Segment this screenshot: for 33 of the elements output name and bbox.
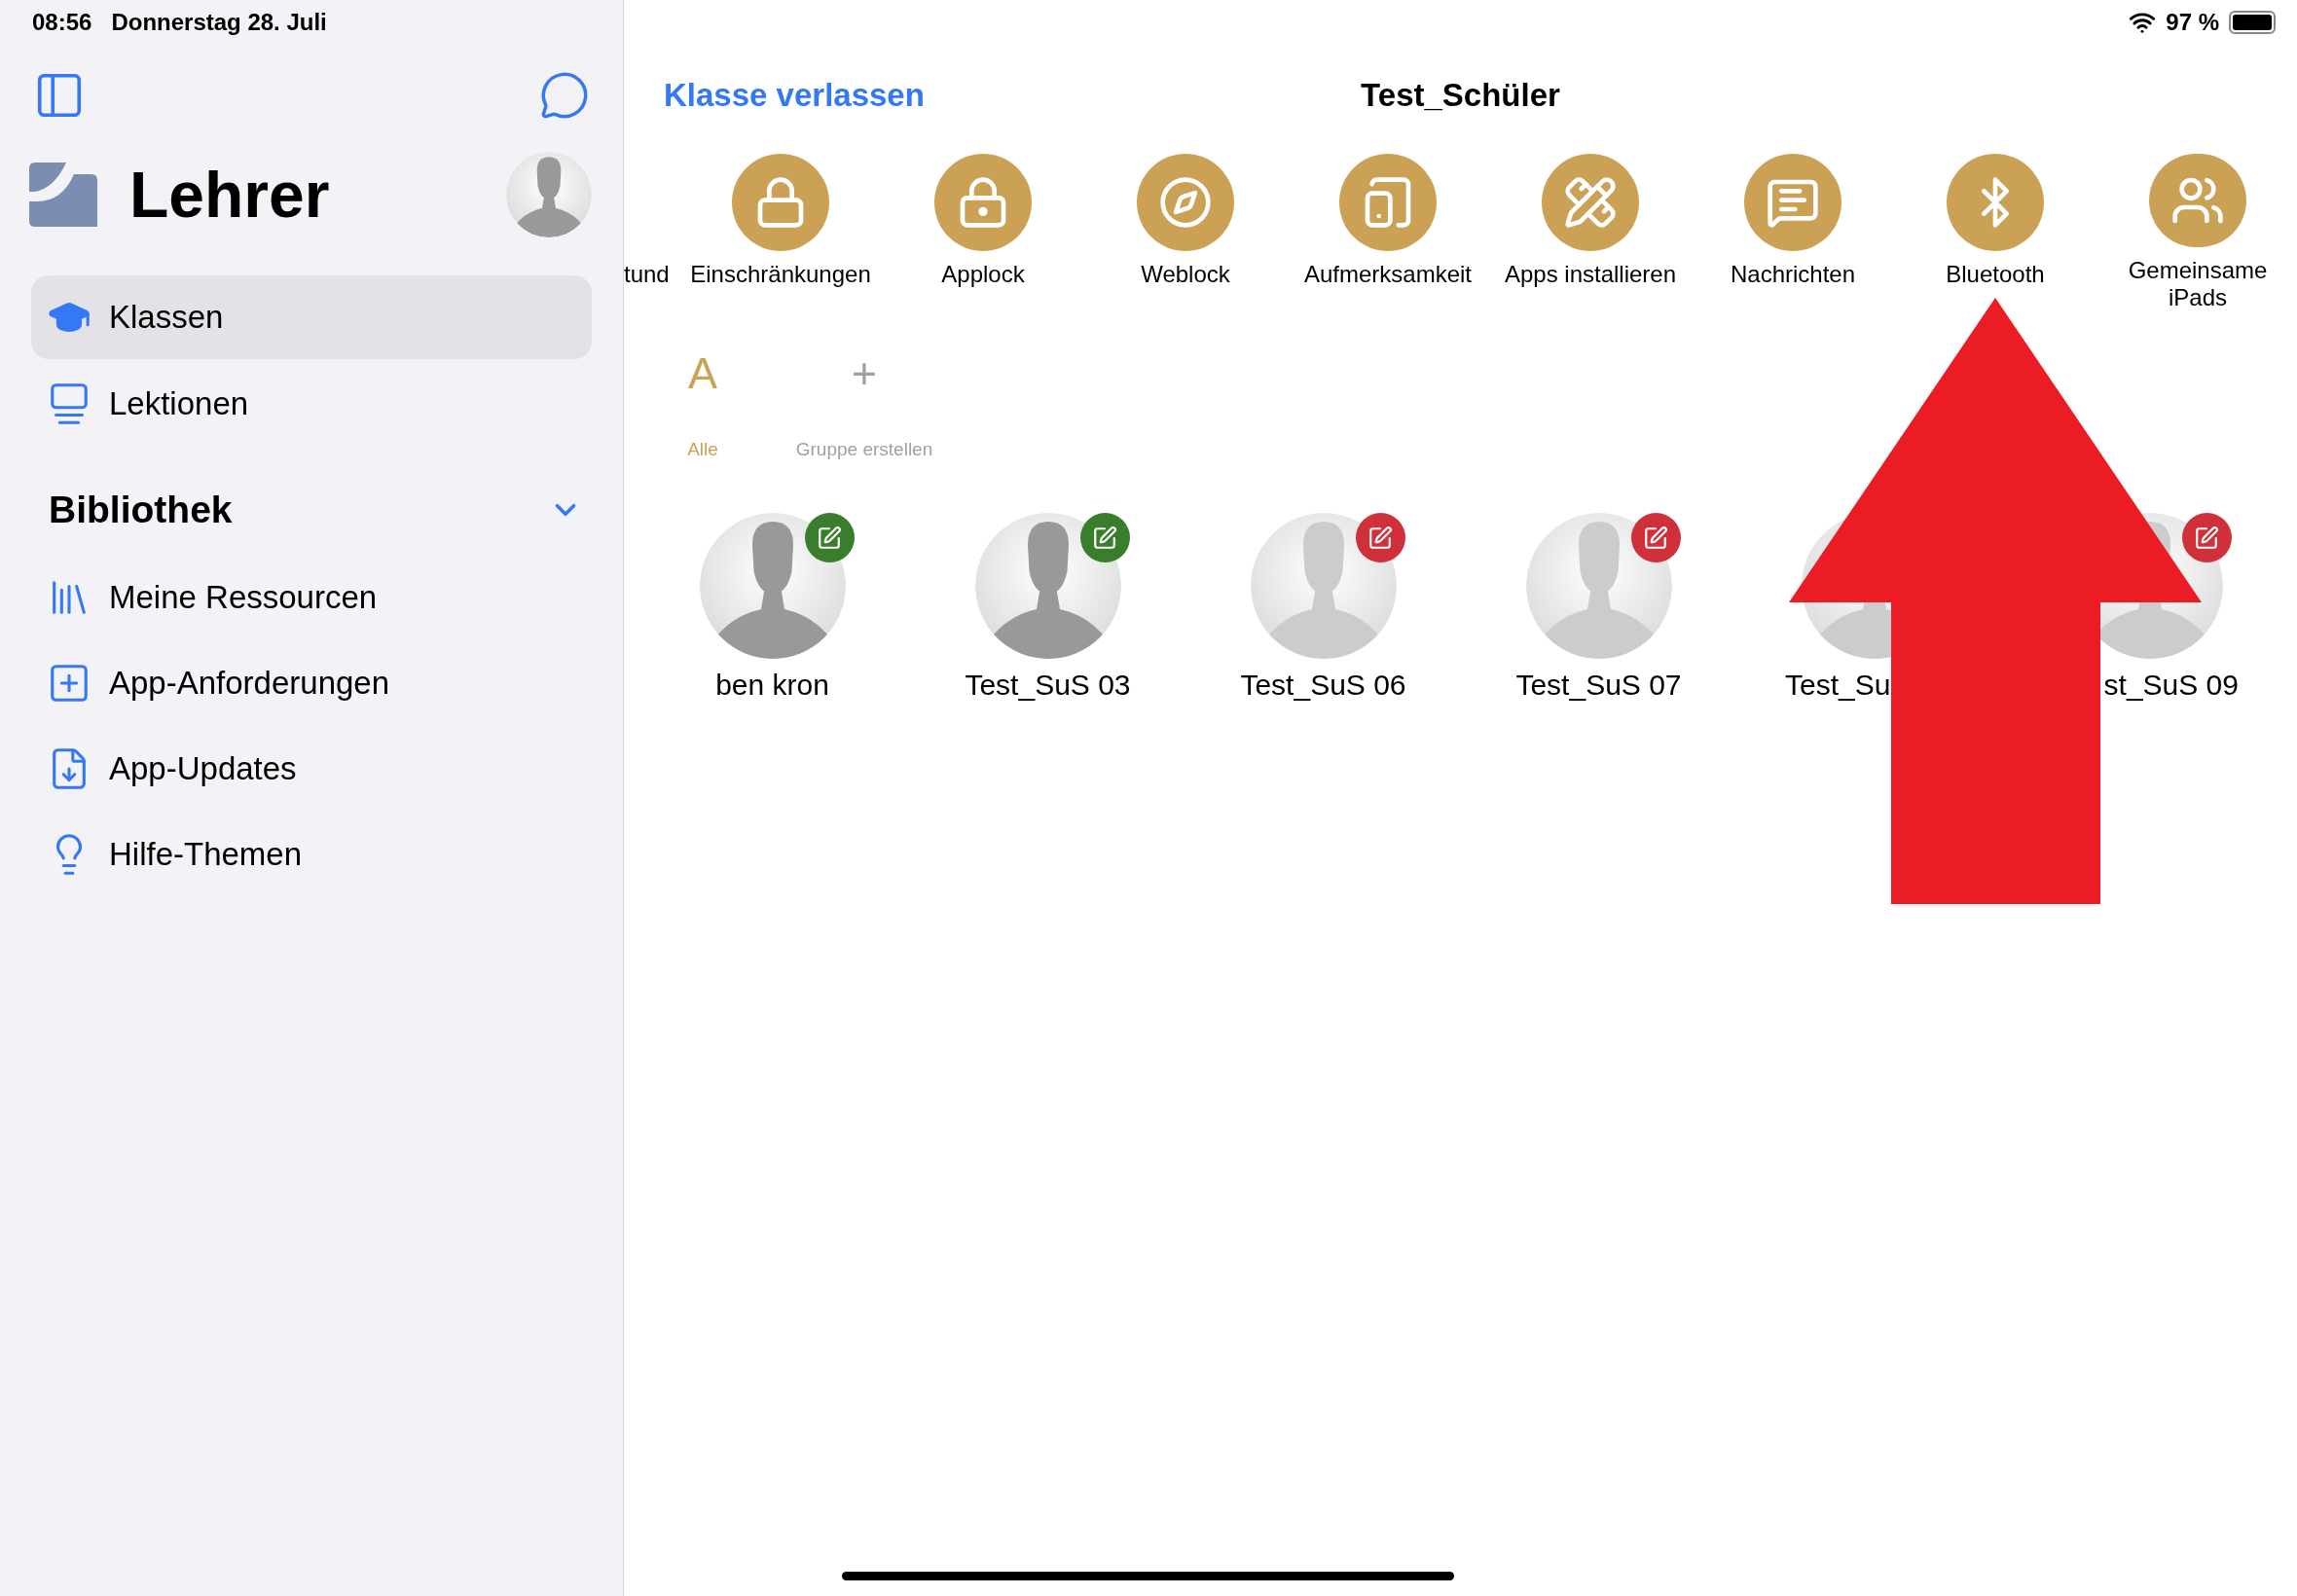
sidebar-item[interactable]: Meine Ressourcen <box>31 555 592 640</box>
student-name[interactable]: st_SuS 09 <box>2103 668 2239 703</box>
student-name[interactable]: Test_SuS 07 <box>1515 668 1682 703</box>
student-name[interactable]: ben kron <box>715 668 829 703</box>
student-name[interactable]: Test_Su <box>1785 668 1891 703</box>
class-title: Test_Schüler <box>1361 76 1560 116</box>
status-date: Donnerstag 28. Juli <box>111 8 327 37</box>
battery-icon <box>2229 11 2276 34</box>
app-logo <box>29 163 97 227</box>
sidebar-item[interactable]: Lektionen <box>31 362 592 446</box>
action-label: Applock <box>940 261 1026 288</box>
compass-icon <box>1158 175 1213 230</box>
student-name[interactable]: Test_SuS 06 <box>1240 668 1406 703</box>
action-label: Aufmerksamkeit <box>1302 261 1473 288</box>
chat-bubble-icon[interactable] <box>539 70 590 121</box>
sidebar-item[interactable]: App-Updates <box>31 726 592 812</box>
leave-class-link[interactable]: Klasse verlassen <box>624 71 1362 120</box>
action-label: Bluetooth <box>1945 261 2046 288</box>
action-label: Apps installieren <box>1503 261 1678 288</box>
action-label: Gemeinsame iPads <box>2127 257 2269 311</box>
action-label: Weblock <box>1140 261 1231 288</box>
battery-percent: 97 % <box>2166 8 2219 37</box>
sidebar-item[interactable]: Hilfe-Themen <box>31 812 592 897</box>
action-label: tund <box>624 261 671 288</box>
sidebar-item[interactable]: Klassen <box>31 275 592 359</box>
action-label: Nachrichten <box>1729 261 1857 288</box>
sidebar-item[interactable]: App-Anforderungen <box>31 640 592 726</box>
status-time: 08:56 <box>32 8 92 37</box>
action-label: Einschränkungen <box>689 261 872 288</box>
section-title: Bibliothek <box>49 487 233 532</box>
sidebar-title: Lehrer <box>129 163 330 227</box>
student-name[interactable]: Test_SuS 03 <box>965 668 1131 703</box>
pencil-ruler-icon <box>1563 175 1618 230</box>
